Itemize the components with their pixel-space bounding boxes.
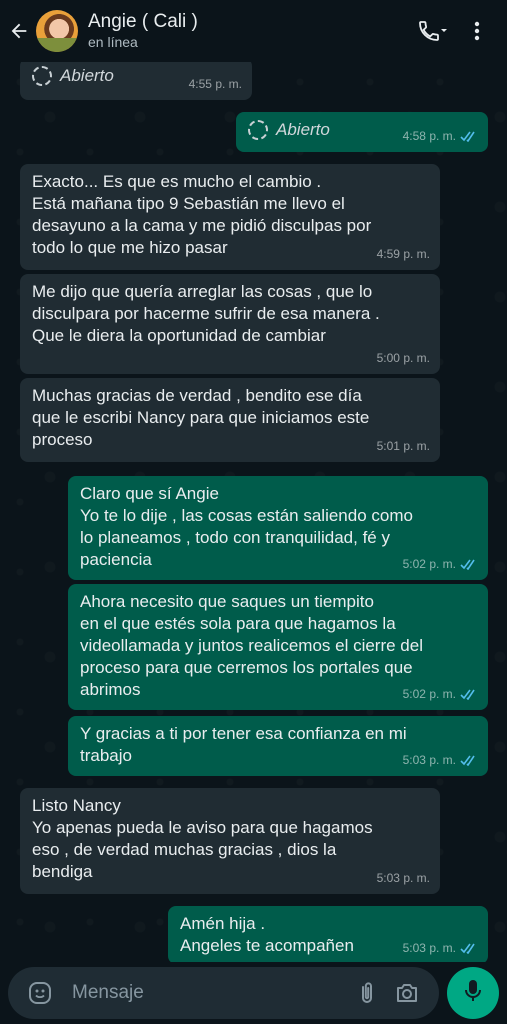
mic-button[interactable] (447, 967, 499, 1019)
message-meta: 4:58 p. m. (403, 125, 478, 147)
message-time: 5:00 p. m. (376, 351, 430, 365)
message-line: Ahora necesito que saques un tiempito (80, 592, 374, 611)
message-line: en el que estés sola para que hagamos la (80, 614, 396, 633)
incoming-status-message[interactable]: Abierto 4:55 p. m. (20, 62, 252, 100)
incoming-message[interactable]: Me dijo que quería arreglar las cosas , … (20, 274, 440, 374)
message-meta: 5:01 p. m. (377, 435, 430, 457)
contact-info[interactable]: Angie ( Cali ) en línea (88, 11, 409, 51)
message-meta: 5:02 p. m. (403, 553, 478, 575)
message-text: Abierto (60, 66, 114, 85)
chat-area[interactable]: Abierto 4:55 p. m. Abierto 4:58 p. m. Ex… (0, 62, 507, 962)
message-line: desayuno a la cama y me pidió disculpas … (32, 216, 372, 235)
message-line: todo lo que me hizo pasar (32, 238, 228, 257)
status-ring-icon (248, 120, 268, 140)
message-line: Muchas gracias de verdad , bendito ese d… (32, 386, 362, 405)
message-meta: 5:03 p. m. (403, 937, 478, 959)
message-line: Yo te lo dije , las cosas están saliendo… (80, 506, 413, 525)
message-line: Me dijo que quería arreglar las cosas , … (32, 282, 373, 301)
message-line: lo planeamos , todo con tranquilidad, fé… (80, 528, 390, 547)
incoming-message[interactable]: Exacto... Es que es mucho el cambio . Es… (20, 164, 440, 270)
message-line: Listo Nancy (32, 796, 121, 815)
double-check-icon (460, 559, 478, 570)
outgoing-message[interactable]: Amén hija . Angeles te acompañen 5:03 p.… (168, 906, 488, 962)
message-meta: 5:02 p. m. (403, 683, 478, 705)
double-check-icon (460, 131, 478, 142)
message-line: Amén hija . (180, 914, 266, 933)
message-meta: 5:03 p. m. (377, 867, 430, 889)
double-check-icon (460, 755, 478, 766)
status-ring-icon (32, 66, 52, 86)
outgoing-message[interactable]: Y gracias a ti por tener esa confianza e… (68, 716, 488, 776)
message-line: Que le diera la oportunidad de cambiar (32, 326, 326, 345)
message-time: 4:55 p. m. (188, 77, 242, 91)
outgoing-status-message[interactable]: Abierto 4:58 p. m. (236, 112, 488, 152)
message-line: disculpara por hacerme sufrir de esa man… (32, 304, 380, 323)
incoming-message[interactable]: Muchas gracias de verdad , bendito ese d… (20, 378, 440, 462)
camera-icon[interactable] (387, 973, 427, 1013)
message-line: Claro que sí Angie (80, 484, 219, 503)
message-line: Y gracias a ti por tener esa confianza e… (80, 724, 407, 743)
message-line: Está mañana tipo 9 Sebastián me llevo el (32, 194, 345, 213)
voice-call-icon[interactable] (409, 11, 457, 51)
double-check-icon (460, 943, 478, 954)
message-time: 5:03 p. m. (402, 753, 456, 767)
message-line: proceso (32, 430, 93, 449)
message-line: que le escribi Nancy para que iniciamos … (32, 408, 370, 427)
message-line: videollamada y juntos realicemos el cier… (80, 636, 423, 655)
message-line: bendiga (32, 862, 93, 881)
message-text: Abierto (276, 120, 330, 139)
message-meta: 5:00 p. m. (377, 347, 430, 369)
compose-bar (0, 962, 507, 1024)
message-input-container (8, 967, 440, 1019)
mic-icon (462, 978, 484, 1009)
message-time: 5:01 p. m. (376, 439, 430, 453)
double-check-icon (460, 689, 478, 700)
message-time: 5:03 p. m. (402, 941, 456, 955)
attach-icon[interactable] (347, 973, 387, 1013)
incoming-message[interactable]: Listo Nancy Yo apenas pueda le aviso par… (20, 788, 440, 894)
outgoing-message[interactable]: Ahora necesito que saques un tiempito en… (68, 584, 488, 710)
back-arrow-icon[interactable] (6, 18, 32, 44)
chat-header: Angie ( Cali ) en línea (0, 0, 507, 62)
message-line: proceso para que cerremos los portales q… (80, 658, 413, 677)
message-line: Yo apenas pueda le aviso para que hagamo… (32, 818, 373, 837)
message-time: 5:02 p. m. (402, 557, 456, 571)
more-options-icon[interactable] (457, 11, 497, 51)
message-time: 4:58 p. m. (402, 129, 456, 143)
message-meta: 4:59 p. m. (377, 243, 430, 265)
avatar[interactable] (36, 10, 78, 52)
message-time: 5:03 p. m. (376, 871, 430, 885)
message-meta: 5:03 p. m. (403, 749, 478, 771)
outgoing-message[interactable]: Claro que sí Angie Yo te lo dije , las c… (68, 476, 488, 580)
contact-name: Angie ( Cali ) (88, 11, 198, 32)
message-time: 4:59 p. m. (376, 247, 430, 261)
contact-status: en línea (88, 34, 138, 50)
message-line: Exacto... Es que es mucho el cambio . (32, 172, 322, 191)
emoji-icon[interactable] (20, 973, 60, 1013)
message-meta: 4:55 p. m. (189, 73, 242, 95)
message-input[interactable] (72, 982, 348, 1004)
message-time: 5:02 p. m. (402, 687, 456, 701)
message-line: eso , de verdad muchas gracias , dios la (32, 840, 337, 859)
